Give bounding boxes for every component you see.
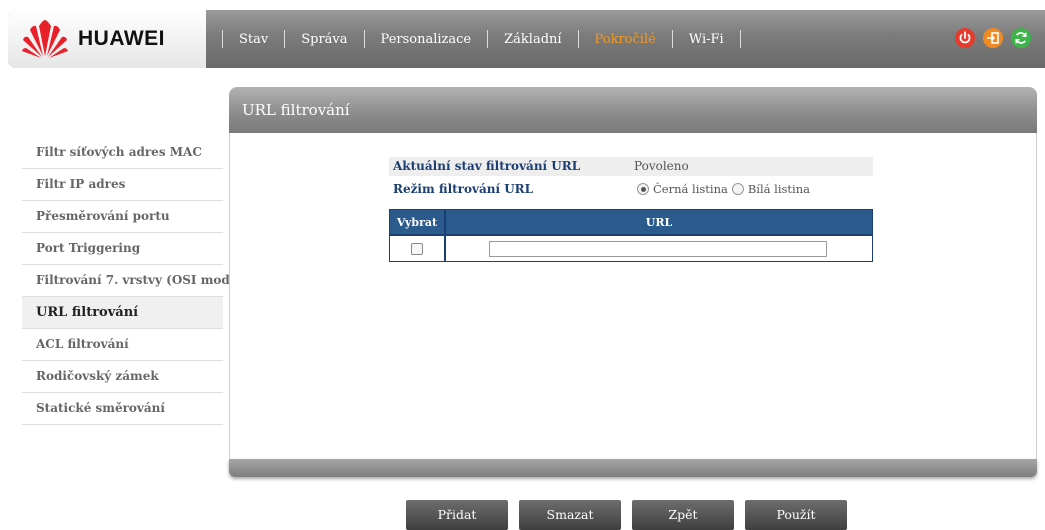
nav-item-personalizace[interactable]: Personalizace bbox=[381, 32, 472, 47]
back-button[interactable]: Zpět bbox=[632, 500, 734, 530]
filter-status-row: Aktuální stav filtrování URL Povoleno bbox=[389, 157, 873, 176]
nav-separator bbox=[739, 30, 741, 48]
sidebar-item-parental-control[interactable]: Rodičovský zámek bbox=[22, 361, 223, 393]
sidebar-item-acl-filter[interactable]: ACL filtrování bbox=[22, 329, 223, 361]
sidebar-item-layer7-filter[interactable]: Filtrování 7. vrstvy (OSI modelu) bbox=[22, 265, 256, 297]
column-header-url: URL bbox=[445, 209, 873, 235]
table-row bbox=[389, 235, 873, 262]
logout-icon[interactable] bbox=[983, 28, 1003, 48]
url-cell bbox=[445, 235, 873, 262]
power-icon[interactable] bbox=[955, 28, 975, 48]
nav-item-sprava[interactable]: Správa bbox=[301, 32, 347, 47]
filter-status-label: Aktuální stav filtrování URL bbox=[393, 159, 581, 173]
panel-footer bbox=[229, 459, 1037, 477]
brand-name: HUAWEI bbox=[78, 27, 165, 50]
nav-item-pokrocile[interactable]: Pokročilé bbox=[595, 32, 656, 47]
url-input[interactable] bbox=[489, 240, 827, 257]
sidebar-item-mac-filter[interactable]: Filtr síťových adres MAC bbox=[22, 137, 223, 169]
whitelist-option[interactable]: Bílá listina bbox=[731, 182, 810, 196]
filter-mode-row: Režim filtrování URL Černá listina Bílá … bbox=[389, 180, 873, 199]
action-buttons: Přidat Smazat Zpět Použít bbox=[406, 500, 847, 530]
nav-separator bbox=[222, 30, 223, 48]
nav-separator bbox=[671, 30, 673, 48]
sidebar-item-port-triggering[interactable]: Port Triggering bbox=[22, 233, 223, 265]
top-icons bbox=[955, 28, 1031, 48]
nav-item-zakladni[interactable]: Základní bbox=[504, 32, 561, 47]
refresh-icon[interactable] bbox=[1011, 28, 1031, 48]
nav-item-stav[interactable]: Stav bbox=[239, 32, 268, 47]
nav-separator bbox=[284, 30, 286, 48]
filter-mode-options: Černá listina Bílá listina bbox=[637, 182, 814, 196]
nav-separator bbox=[363, 30, 365, 48]
nav-separator bbox=[487, 30, 489, 48]
sidebar-item-port-forwarding[interactable]: Přesměrování portu bbox=[22, 201, 223, 233]
blacklist-label: Černá listina bbox=[653, 182, 728, 196]
brand-logo: HUAWEI bbox=[8, 10, 206, 68]
whitelist-label: Bílá listina bbox=[747, 182, 810, 196]
row-checkbox[interactable] bbox=[411, 243, 423, 255]
nav-separator bbox=[577, 30, 579, 48]
add-button[interactable]: Přidat bbox=[406, 500, 508, 530]
column-header-select: Vybrat bbox=[389, 209, 445, 235]
sidebar-item-ip-filter[interactable]: Filtr IP adres bbox=[22, 169, 223, 201]
sidebar: Filtr síťových adres MAC Filtr IP adres … bbox=[22, 137, 256, 425]
select-cell bbox=[389, 235, 445, 262]
blacklist-radio[interactable] bbox=[637, 183, 649, 195]
huawei-logo-icon bbox=[22, 20, 68, 58]
delete-button[interactable]: Smazat bbox=[519, 500, 621, 530]
filter-status-value: Povoleno bbox=[634, 159, 689, 173]
page-title: URL filtrování bbox=[242, 101, 350, 119]
filter-mode-label: Režim filtrování URL bbox=[393, 182, 534, 196]
sidebar-item-url-filter[interactable]: URL filtrování bbox=[22, 297, 223, 329]
sidebar-item-static-routing[interactable]: Statické směrování bbox=[22, 393, 223, 425]
nav-item-wifi[interactable]: Wi-Fi bbox=[689, 32, 724, 47]
url-table: Vybrat URL bbox=[389, 209, 873, 262]
panel-header: URL filtrování bbox=[229, 87, 1037, 133]
apply-button[interactable]: Použít bbox=[745, 500, 847, 530]
whitelist-radio[interactable] bbox=[731, 183, 744, 195]
main-nav: Stav Správa Personalizace Základní Pokro… bbox=[206, 10, 757, 68]
top-bar: HUAWEI Stav Správa Personalizace Základn… bbox=[8, 10, 1045, 68]
blacklist-option[interactable]: Černá listina bbox=[637, 182, 728, 196]
